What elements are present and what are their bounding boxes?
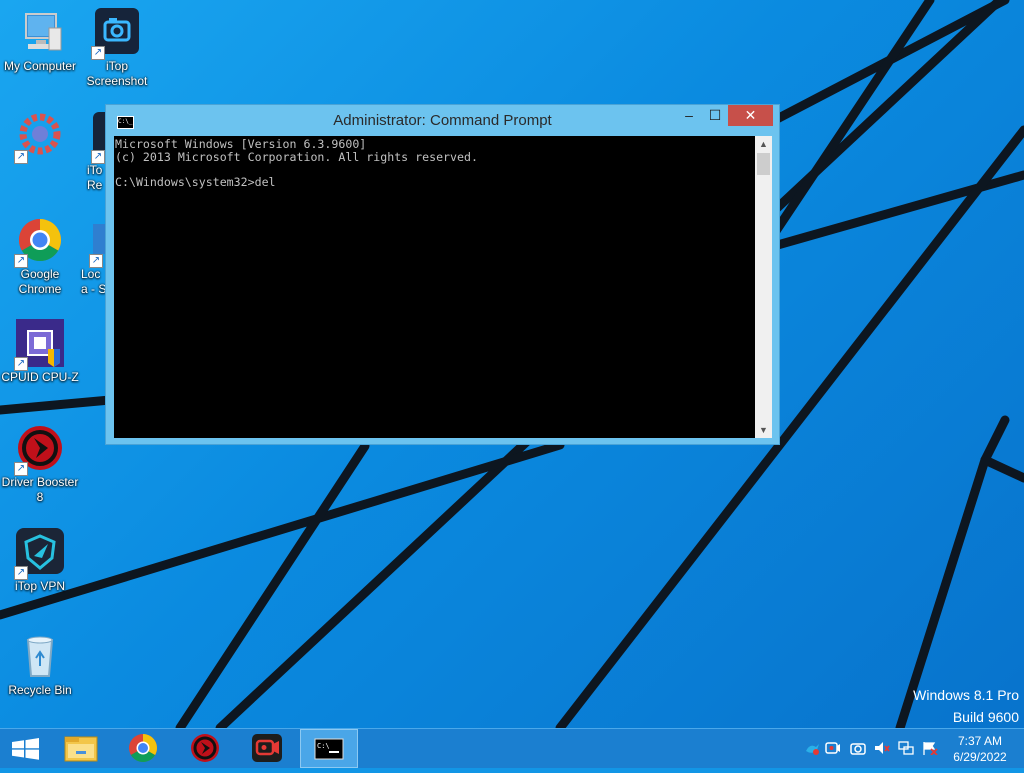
scroll-thumb[interactable] [757,153,770,175]
bird-icon[interactable] [804,741,820,755]
desktop-icon-label: iTop Screenshot [86,59,148,88]
chrome-icon: ↗ [14,216,64,268]
shortcut-arrow-icon: ↗ [14,357,28,371]
desktop-icon-my-computer[interactable]: My Computer [0,8,80,74]
desktop-icon-local[interactable]: ↗ Loca - S [77,216,107,297]
desktop-icon-itop-screenshot[interactable]: ↗ iTop Screenshot [77,8,157,89]
close-button[interactable]: ✕ [728,105,773,126]
shortcut-arrow-icon: ↗ [14,462,28,476]
desktop-icon-label: Google Chrome [18,267,62,296]
windows-logo-icon [12,738,39,760]
computer-icon [16,8,64,56]
shortcut-arrow-icon: ↗ [89,254,103,268]
shortcut-arrow-icon: ↗ [91,150,105,164]
vpn-icon: ↗ [14,528,64,580]
desktop-icon-itop-re[interactable]: ↗ iTo Re [77,112,107,193]
driver-booster-icon: ↗ [14,424,64,476]
network-icon[interactable] [898,741,914,755]
taskbar-chrome[interactable] [114,729,172,768]
cpu-icon: ↗ [14,319,64,371]
console-line: C:\Windows\system32>del [115,174,276,189]
desktop-icon-label: iTop VPN [14,579,66,593]
taskbar-screen-recorder[interactable] [238,729,296,768]
taskbar-command-prompt[interactable]: C:\ [300,729,358,768]
file-explorer-icon [64,736,98,762]
desktop-icon-label: Driver Booster 8 [1,475,79,504]
desktop-icon-label: My Computer [3,59,77,73]
taskbar-clock[interactable]: 7:37 AM 6/29/2022 [948,733,1012,765]
start-button[interactable] [0,729,58,768]
desktop-icon-google-chrome[interactable]: ↗ Google Chrome [0,216,80,297]
taskbar-file-explorer[interactable] [52,729,110,768]
desktop-icon-cpuid-cpu-z[interactable]: ↗ CPUID CPU-Z [0,319,80,385]
camera-tray-icon[interactable] [850,741,866,755]
shortcut-arrow-icon: ↗ [14,566,28,580]
screen-recorder-icon [252,734,282,762]
driver-booster-icon [191,734,219,762]
cmd-window[interactable]: C:\_ Administrator: Command Prompt – ☐ ✕… [105,104,780,445]
desktop-icon-label: CPUID CPU-Z [1,370,79,384]
desktop: My Computer ↗ iTop Screenshot ↗ ↗ iTo Re… [0,0,1024,728]
desktop-icon-label: iTo Re [87,163,103,192]
desktop-icon-label: Recycle Bin [8,683,72,697]
svg-text:C:\: C:\ [317,742,330,750]
recorder-tray-icon[interactable] [825,741,841,755]
console-line: Microsoft Windows [Version 6.3.9600] [115,137,367,151]
gear-app-icon: ↗ [14,112,64,164]
shortcut-arrow-icon: ↗ [14,150,28,164]
windows-watermark: Windows 8.1 Pro Build 9600 [913,684,1019,728]
taskbar-driver-booster[interactable] [176,729,234,768]
scroll-down-icon[interactable]: ▼ [755,422,772,438]
shortcut-arrow-icon: ↗ [14,254,28,268]
desktop-icon-recycle-bin[interactable]: Recycle Bin [0,632,80,698]
flag-icon[interactable] [922,741,938,755]
camera-icon: ↗ [91,8,141,60]
clock-time: 7:37 AM [957,734,1003,748]
vertical-scrollbar[interactable]: ▲ ▼ [755,136,772,438]
watermark-edition: Windows 8.1 Pro [913,687,1019,703]
watermark-build: Build 9600 [952,709,1019,725]
chrome-icon [129,734,157,762]
maximize-button[interactable]: ☐ [702,105,728,126]
scroll-up-icon[interactable]: ▲ [755,136,772,152]
recycle-bin-icon [16,632,64,680]
desktop-icon-app[interactable]: ↗ [0,112,80,164]
cmd-titlebar[interactable]: C:\_ Administrator: Command Prompt – ☐ ✕ [106,105,779,135]
speaker-muted-icon[interactable] [874,741,890,755]
desktop-icon-driver-booster[interactable]: ↗ Driver Booster 8 [0,424,80,505]
desktop-icon-itop-vpn[interactable]: ↗ iTop VPN [0,528,80,594]
console-line: (c) 2013 Microsoft Corporation. All righ… [115,149,478,164]
shortcut-arrow-icon: ↗ [91,46,105,60]
taskbar: C:\ 7:37 AM 6/29/2022 [0,728,1024,768]
minimize-button[interactable]: – [676,105,702,126]
cmd-icon: C:\ [314,738,344,760]
desktop-icon-label: Loca - S [81,267,107,296]
clock-date: 6/29/2022 [953,750,1007,764]
console-output[interactable]: Microsoft Windows [Version 6.3.9600] (c) … [114,136,755,438]
